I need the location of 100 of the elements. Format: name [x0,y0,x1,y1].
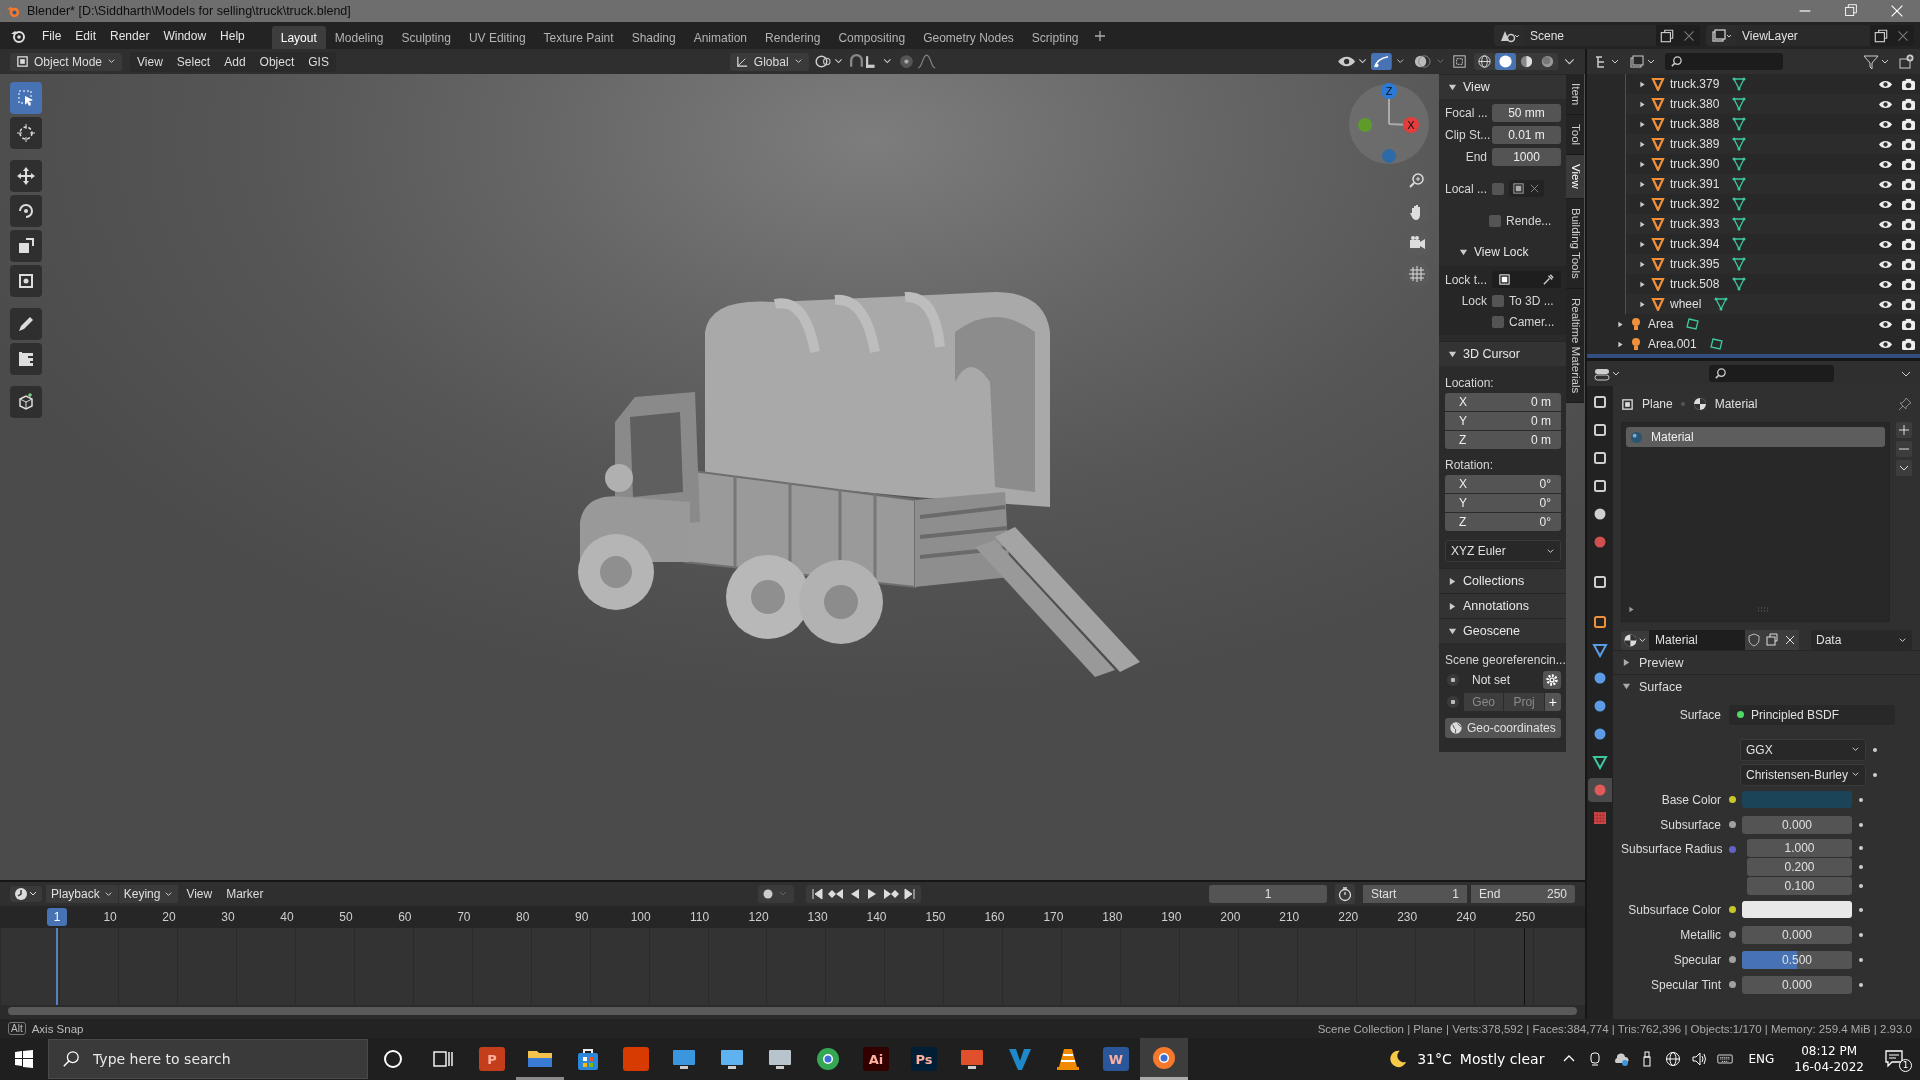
tool-button[interactable] [10,386,42,418]
light-data-icon[interactable] [1686,317,1701,331]
socket-icon[interactable] [1729,956,1736,963]
workspace-tab[interactable]: Sculpting [392,25,460,50]
add-button[interactable]: + [1544,692,1561,711]
workspace-tab[interactable]: Compositing [829,25,915,50]
expand-arrow-icon[interactable] [1639,180,1646,188]
number-field[interactable]: 0.100 [1747,877,1852,895]
keyframe-dot-icon[interactable] [1859,982,1863,987]
header-menu[interactable]: Add [217,51,253,72]
copy-icon[interactable] [1763,630,1781,650]
view-layer-selector[interactable] [1706,25,1736,46]
keyframe-dot-icon[interactable] [1859,932,1863,937]
workspace-tab[interactable]: Layout [271,25,326,50]
number-field[interactable]: 0.01 m [1492,125,1561,144]
mesh-data-icon[interactable] [1732,177,1747,191]
outliner-row[interactable]: truck.388 [1626,114,1920,134]
mesh-data-icon[interactable] [1732,137,1747,151]
menu-item[interactable]: Window [156,28,214,43]
outliner-row[interactable]: truck.508 [1626,274,1920,294]
tool-button[interactable] [10,195,42,227]
breadcrumb-item[interactable]: Plane [1621,397,1673,411]
record-button[interactable] [758,885,794,903]
mesh-data-icon[interactable] [1732,77,1747,91]
expand-arrow-icon[interactable] [1639,260,1646,268]
outliner-row[interactable]: truck.389 [1626,134,1920,154]
expand-arrow-icon[interactable] [1639,160,1646,168]
pin-icon[interactable] [1898,397,1912,411]
expand-arrow-icon[interactable] [1639,200,1646,208]
radio-button[interactable] [1447,695,1459,708]
material-name-field[interactable]: Material [1649,630,1745,650]
panel-header[interactable]: Annotations [1439,593,1566,618]
scrollbar[interactable] [8,1007,1577,1015]
notifications-button[interactable]: 1 [1874,1040,1920,1078]
frame-ruler[interactable]: 1 10 20 30 40 50 60 70 80 90 100 110 120 130 140 150 160 170 180 190 200 210 220 230 240 250 [0,906,1585,928]
keyframe-dot-icon[interactable] [1859,822,1863,827]
mesh-data-icon[interactable] [1732,277,1747,291]
panel-header[interactable]: View [1439,74,1566,99]
expand-arrow-icon[interactable] [1639,240,1646,248]
close-icon[interactable] [1528,182,1541,195]
expand-arrow-icon[interactable] [1617,320,1624,328]
checkbox[interactable] [1489,214,1501,227]
menu-item[interactable]: Help [213,28,252,43]
keyframe-dot-icon[interactable] [1873,747,1877,752]
slider[interactable]: 0.500 [1742,950,1852,969]
mesh-data-icon[interactable] [1732,197,1747,211]
camera-icon[interactable] [1901,117,1916,131]
header-menu[interactable]: Object [252,51,302,72]
language-indicator[interactable]: ENG [1748,1052,1775,1066]
pivot-icon[interactable] [812,53,845,70]
number-field[interactable]: 0.200 [1747,858,1852,876]
mesh-data-icon[interactable] [1732,117,1747,131]
camera-icon[interactable] [1901,77,1916,91]
breadcrumb-item[interactable]: Material [1692,397,1758,411]
taskbar-app[interactable]: W [1092,1038,1140,1080]
add-icon[interactable] [1896,422,1912,438]
tool-button[interactable] [10,230,42,262]
taskbar-app[interactable]: Ai [852,1038,900,1080]
outliner-row[interactable]: truck.394 [1626,234,1920,254]
checkbox[interactable] [1492,182,1504,195]
expand-arrow-icon[interactable] [1639,140,1646,148]
header-menu[interactable]: Select [169,51,218,72]
outliner-row[interactable]: truck.391 [1626,174,1920,194]
keyframe-dot-icon[interactable] [1859,957,1863,962]
expand-arrow-icon[interactable] [1639,220,1646,228]
start-frame-field[interactable]: Start 1 [1363,885,1467,903]
workspace-tab[interactable]: Animation [684,25,757,50]
color-swatch[interactable] [1742,791,1852,808]
number-field[interactable]: Y 0 m [1445,412,1561,430]
material-browse-button[interactable] [1621,630,1649,650]
mode-dropdown[interactable]: Object Mode [10,52,123,71]
number-field[interactable]: X 0° [1445,475,1561,493]
expand-arrow-icon[interactable] [1639,100,1646,108]
timeline-menu[interactable]: View [179,884,220,904]
shield-icon[interactable] [1745,630,1763,650]
number-field[interactable]: Z 0° [1445,513,1561,531]
camera-icon[interactable] [1901,177,1916,191]
material-slot[interactable]: Material [1626,427,1885,447]
weather-text[interactable]: Mostly clear [1459,1051,1545,1067]
geo-coordinates-button[interactable]: Geo-coordinates [1445,718,1561,738]
keyframe-dot-icon[interactable] [1873,772,1877,777]
close-icon[interactable] [1781,630,1799,650]
panel-header[interactable]: 3D Cursor [1439,341,1566,366]
sidebar-tab[interactable]: Item [1566,74,1584,116]
number-field[interactable]: 50 mm [1492,103,1561,122]
shading-mode-button[interactable] [1495,53,1517,70]
resize-grip-icon[interactable] [1757,607,1771,613]
expand-arrow-icon[interactable] [1639,120,1646,128]
camera-icon[interactable] [1901,157,1916,171]
eyedropper-icon[interactable] [1542,273,1555,286]
search-field[interactable] [1709,365,1834,382]
socket-icon[interactable] [1729,821,1736,828]
subsurface-method-dropdown[interactable]: Christensen-Burley [1740,763,1866,786]
header-menu[interactable]: View [130,51,170,72]
camera-icon[interactable] [1901,217,1916,231]
object-select-icon[interactable] [1512,182,1525,195]
number-field[interactable]: Z 0 m [1445,431,1561,449]
expand-arrow-icon[interactable] [1639,280,1646,288]
workspace-tab[interactable]: Scripting [1022,25,1088,50]
outliner-row[interactable]: wheel [1626,294,1920,314]
